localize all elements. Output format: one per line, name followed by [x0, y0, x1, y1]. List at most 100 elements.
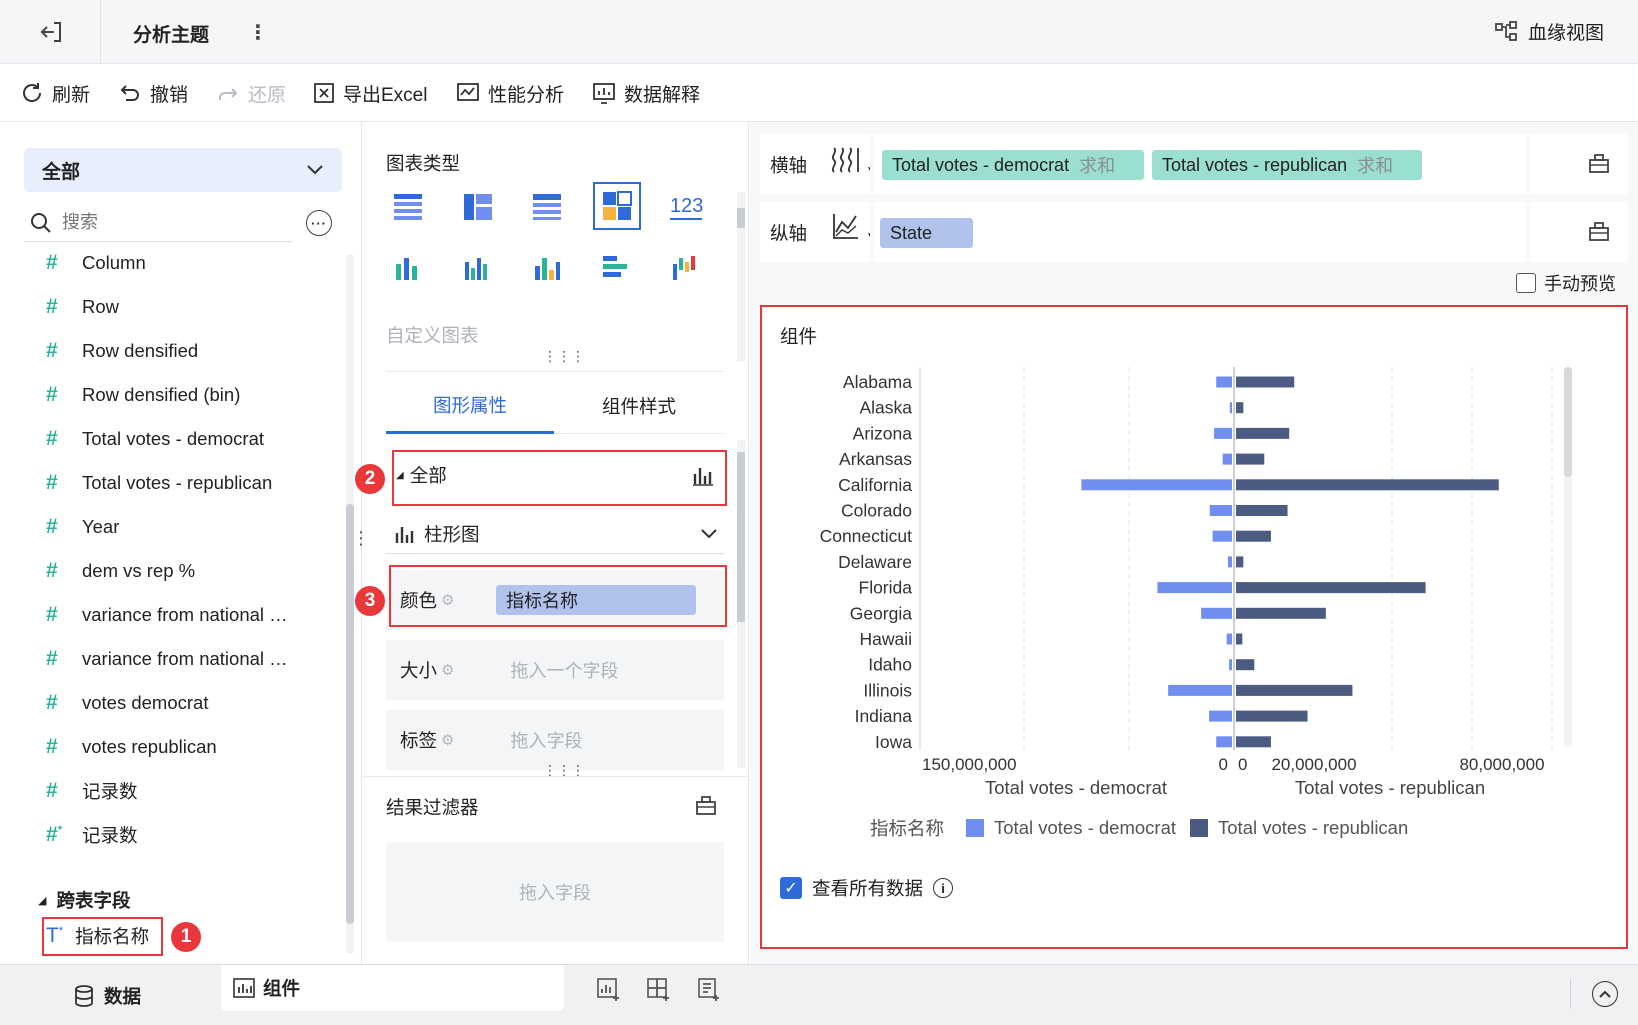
- size-slot[interactable]: 大小 ⚙ 拖入一个字段: [386, 640, 724, 700]
- tab-component[interactable]: 组件: [221, 965, 564, 1011]
- column-chart-icon[interactable]: [386, 246, 430, 290]
- measure-icon: #: [46, 559, 58, 582]
- waterfall-chart-icon[interactable]: [664, 246, 708, 290]
- multi-column-icon[interactable]: [525, 246, 569, 290]
- y-field-pill[interactable]: State: [880, 218, 973, 248]
- checkbox[interactable]: [1516, 273, 1536, 293]
- export-excel-button[interactable]: 导出Excel: [313, 78, 427, 108]
- manual-preview-toggle[interactable]: 手动预览: [1516, 270, 1616, 296]
- size-placeholder: 拖入一个字段: [510, 661, 619, 681]
- lineage-view-button[interactable]: 血缘视图: [1494, 18, 1604, 45]
- chart-scrollbar[interactable]: [1564, 367, 1572, 747]
- stacked-bar-icon[interactable]: [595, 246, 639, 290]
- category-label: Arizona: [853, 423, 913, 443]
- measure-icon: #: [46, 647, 58, 670]
- step-badge-2: 2: [355, 464, 385, 494]
- legend-item-rep[interactable]: Total votes - republican: [1218, 817, 1408, 839]
- field-item[interactable]: # Row densified (bin): [46, 380, 240, 410]
- splitter-handle-icon[interactable]: ⋮⋮⋮: [543, 348, 585, 365]
- undo-button[interactable]: 撤销: [118, 78, 188, 108]
- refresh-button[interactable]: 刷新: [20, 78, 90, 108]
- x-field-pill[interactable]: Total votes - republican 求和: [1152, 150, 1422, 180]
- component-card[interactable]: 组件 Alabama Alaska Arizona Arkansas Californi…: [760, 305, 1628, 949]
- collapse-triangle-icon: ◢: [38, 894, 47, 907]
- search-input[interactable]: [62, 212, 262, 233]
- data-explain-button[interactable]: 数据解释: [592, 78, 700, 108]
- field-panel: 全部 ··· # Column # Row # Row densified # Row den…: [0, 122, 362, 964]
- field-item[interactable]: # variance from national …: [46, 600, 288, 630]
- field-item[interactable]: # Row densified: [46, 336, 198, 366]
- divider: [1526, 202, 1530, 262]
- y-axis-settings-icon[interactable]: [1588, 220, 1610, 247]
- field-label: Row densified (bin): [82, 384, 241, 405]
- grouped-column-icon[interactable]: [456, 246, 500, 290]
- category-label: Connecticut: [820, 526, 913, 546]
- field-item[interactable]: #* 记录数: [46, 820, 138, 850]
- x-axis-settings-icon[interactable]: [1588, 152, 1610, 179]
- tag-slot[interactable]: 标签 ⚙ 拖入字段: [386, 710, 724, 770]
- data-explain-label: 数据解释: [624, 84, 701, 106]
- category-label: Illinois: [863, 680, 912, 700]
- field-label: variance from national …: [82, 604, 288, 625]
- axis-tick-label: 150,000,000: [922, 755, 1017, 774]
- legend-item-dem[interactable]: Total votes - democrat: [994, 817, 1176, 839]
- chart-type-title: 图表类型: [386, 153, 461, 174]
- chart-type-scrollbar[interactable]: [737, 192, 745, 362]
- field-scrollbar[interactable]: [346, 254, 354, 954]
- field-item[interactable]: # dem vs rep %: [46, 556, 195, 586]
- field-item[interactable]: # Total votes - republican: [46, 468, 272, 498]
- custom-chart-label[interactable]: 自定义图表: [386, 322, 479, 348]
- cross-table-icon[interactable]: [456, 184, 500, 228]
- detail-table-icon[interactable]: [525, 184, 569, 228]
- view-all-data[interactable]: ✓ 查看所有数据 i: [780, 875, 954, 901]
- bottom-bar: 数据 组件: [0, 964, 1638, 1025]
- field-item[interactable]: # votes republican: [46, 732, 217, 762]
- props-scrollbar[interactable]: [737, 440, 745, 768]
- info-icon[interactable]: i: [933, 878, 954, 898]
- card-chart-icon[interactable]: [592, 182, 641, 230]
- kpi-chart-icon[interactable]: 123: [664, 184, 708, 228]
- cross-section-header[interactable]: ◢ 跨表字段: [38, 887, 130, 913]
- x-field-pill[interactable]: Total votes - democrat 求和: [882, 150, 1144, 180]
- divider: [1570, 979, 1571, 1009]
- redo-button[interactable]: 还原: [216, 78, 286, 108]
- add-page-icon[interactable]: [696, 977, 722, 1008]
- more-options-icon[interactable]: ···: [306, 210, 332, 236]
- tab-graph-props[interactable]: 图形属性: [386, 378, 554, 434]
- field-item[interactable]: # votes democrat: [46, 688, 208, 718]
- more-menu-icon[interactable]: ⋮: [248, 20, 268, 45]
- collapse-up-button[interactable]: [1592, 981, 1618, 1007]
- bar-democrat: [1216, 736, 1232, 748]
- field-item[interactable]: # Column: [46, 248, 146, 278]
- settings-icon[interactable]: ⚙: [441, 661, 454, 679]
- field-label: variance from national …: [82, 648, 288, 669]
- field-item[interactable]: # Row: [46, 292, 119, 322]
- tag-placeholder: 拖入字段: [510, 731, 583, 751]
- bar-democrat: [1229, 402, 1232, 414]
- settings-icon[interactable]: ⚙: [441, 731, 454, 749]
- table-chart-icon[interactable]: [386, 184, 430, 228]
- back-button[interactable]: [38, 18, 66, 46]
- bar-republican: [1236, 505, 1288, 516]
- table-dropdown[interactable]: 全部: [24, 148, 342, 192]
- field-label: Total votes - democrat: [82, 428, 264, 449]
- tab-component-style[interactable]: 组件样式: [554, 378, 724, 434]
- field-item[interactable]: # Year: [46, 512, 119, 542]
- search-box[interactable]: [24, 204, 292, 242]
- tab-data[interactable]: 数据: [74, 983, 141, 1009]
- divider: [386, 371, 724, 372]
- chart-subtype-select[interactable]: 柱形图: [386, 514, 724, 554]
- refresh-icon: [23, 83, 42, 102]
- field-item[interactable]: # variance from national …: [46, 644, 288, 674]
- performance-button[interactable]: 性能分析: [456, 78, 564, 108]
- add-chart-icon[interactable]: [596, 977, 622, 1008]
- measure-icon: #: [46, 427, 58, 450]
- field-item[interactable]: # Total votes - democrat: [46, 424, 264, 454]
- checkbox-checked[interactable]: ✓: [780, 877, 802, 899]
- filter-drop-zone[interactable]: 拖入字段: [386, 842, 724, 942]
- add-layout-icon[interactable]: [646, 977, 672, 1008]
- field-item[interactable]: # 记录数: [46, 776, 138, 806]
- divider: [1526, 134, 1530, 194]
- filter-add-icon[interactable]: [695, 794, 717, 821]
- bar-democrat: [1227, 556, 1232, 568]
